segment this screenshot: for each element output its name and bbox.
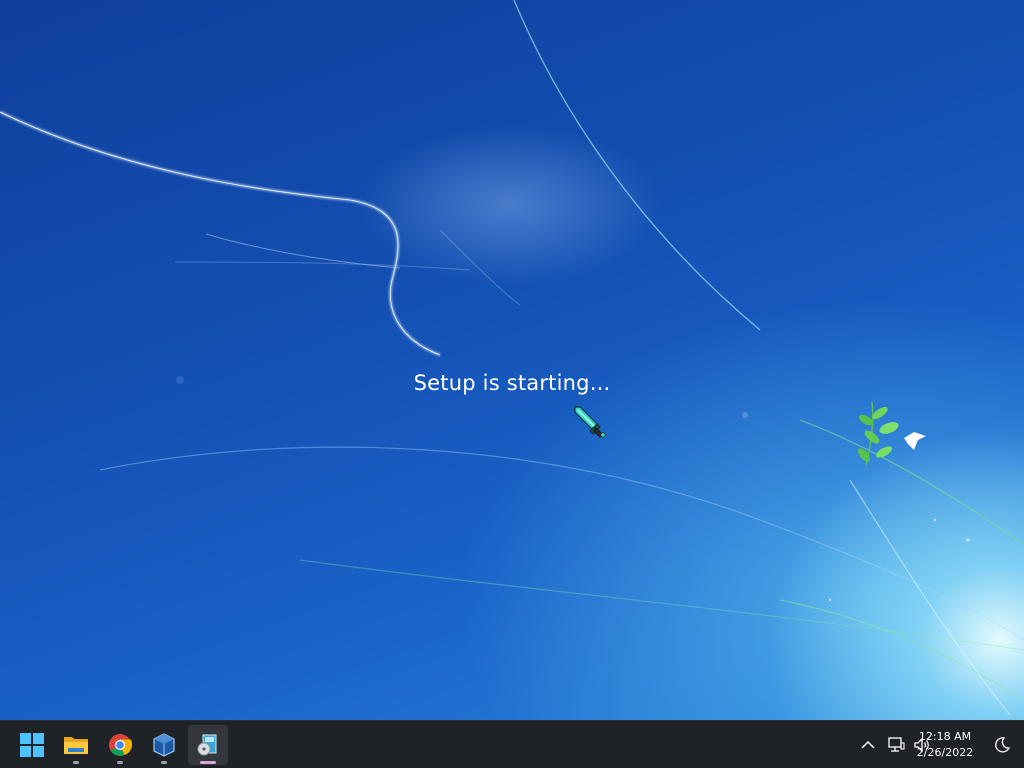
setup-app-button[interactable] — [188, 725, 228, 765]
network-icon[interactable] — [886, 735, 906, 755]
setup-status-text: Setup is starting... — [413, 371, 611, 395]
setup-disc-icon — [197, 734, 217, 756]
clock[interactable]: 12:18 AM 2/26/2022 — [910, 729, 980, 761]
leaf-sprig-decoration — [858, 401, 926, 466]
taskbar: 12:18 AM 2/26/2022 — [0, 720, 1024, 768]
running-indicator — [161, 761, 167, 764]
running-indicator — [200, 761, 216, 764]
chevron-up-icon[interactable] — [858, 735, 878, 755]
chrome-icon — [109, 734, 132, 756]
clock-date: 2/26/2022 — [916, 746, 974, 759]
running-indicator — [73, 761, 79, 764]
sword-cursor-icon — [574, 406, 607, 439]
start-button[interactable] — [12, 725, 52, 765]
chrome-button[interactable] — [100, 725, 140, 765]
wallpaper-streaks — [0, 0, 1024, 716]
windows-logo-icon — [20, 733, 44, 757]
folder-icon — [64, 737, 88, 754]
desktop-wallpaper: Setup is starting... — [0, 0, 1024, 720]
clock-time: 12:18 AM — [918, 730, 972, 743]
focus-moon-icon[interactable] — [992, 735, 1012, 755]
running-indicator — [117, 761, 123, 764]
virtualbox-button[interactable] — [144, 725, 184, 765]
system-tray: 12:18 AM 2/26/2022 — [824, 721, 1024, 769]
file-explorer-button[interactable] — [56, 725, 96, 765]
virtualbox-icon — [153, 733, 175, 757]
